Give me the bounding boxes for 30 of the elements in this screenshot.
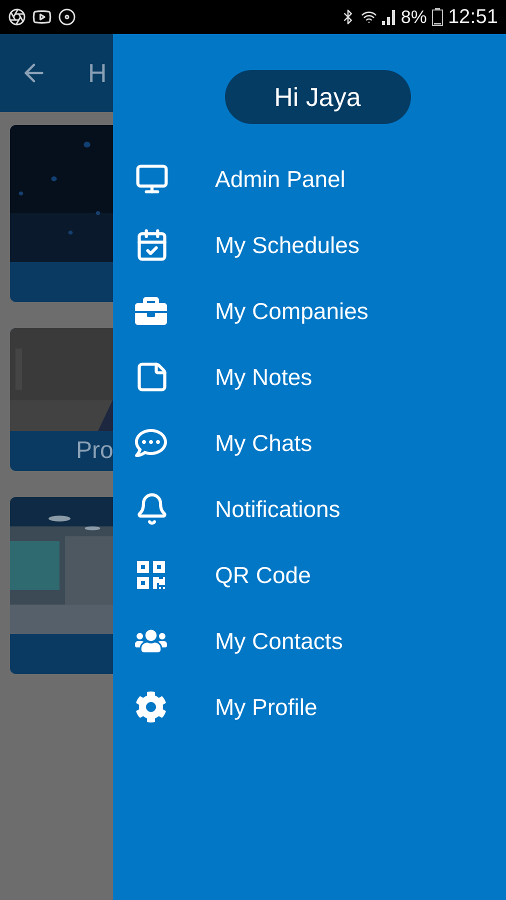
settings-icon (135, 691, 167, 723)
wifi-icon (360, 9, 377, 25)
greeting-badge: Hi Jaya (224, 70, 410, 124)
monitor-icon (135, 162, 169, 196)
menu-item[interactable]: Admin Panel (113, 146, 506, 212)
card[interactable] (10, 497, 113, 674)
bell-icon (135, 492, 169, 526)
page-title: H (88, 56, 107, 90)
menu-item[interactable]: QR Code (113, 542, 506, 608)
menu-item[interactable]: My Companies (113, 278, 506, 344)
menu-item[interactable]: My Chats (113, 410, 506, 476)
card[interactable]: Pro (10, 328, 113, 471)
briefcase-icon (135, 295, 167, 327)
menu-item[interactable]: My Contacts (113, 608, 506, 674)
qr-code-icon (135, 559, 167, 591)
note-icon (135, 360, 169, 394)
aperture-icon (8, 8, 26, 26)
card-caption: Pro (76, 436, 113, 466)
card[interactable] (10, 125, 113, 302)
calendar-check-icon (135, 228, 169, 262)
battery-percent: 8% (400, 6, 427, 28)
menu-item[interactable]: My Schedules (113, 212, 506, 278)
target-icon (58, 8, 76, 26)
menu-item[interactable]: My Notes (113, 344, 506, 410)
clock: 12:51 (448, 5, 498, 30)
menu-item[interactable]: Notifications (113, 476, 506, 542)
battery-icon (432, 8, 443, 26)
menu-item[interactable]: My Profile (113, 674, 506, 740)
chat-icon (135, 427, 167, 459)
signal-icon (382, 9, 396, 25)
